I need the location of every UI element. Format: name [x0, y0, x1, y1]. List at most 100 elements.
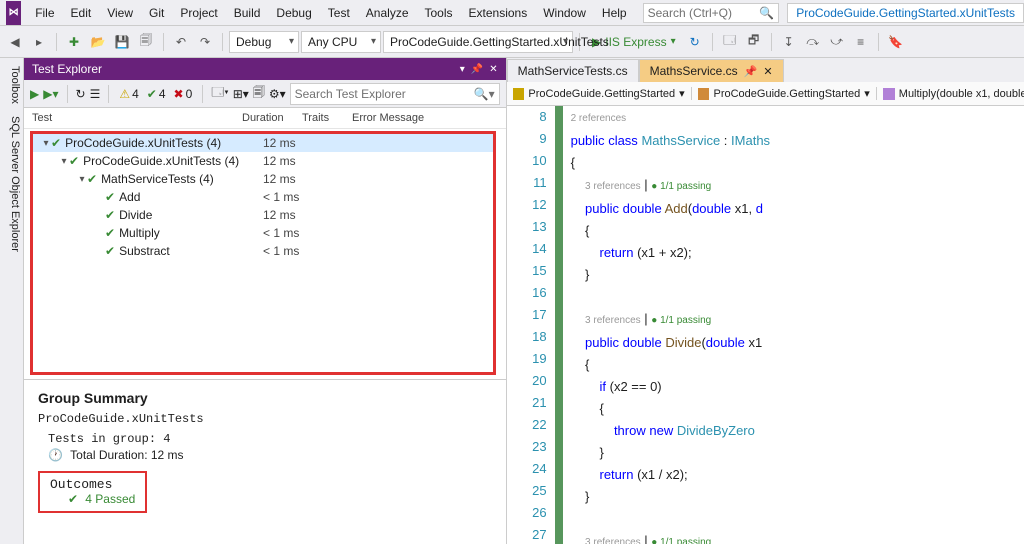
- run-button[interactable]: ▶▾: [43, 87, 58, 101]
- nav-breadcrumb: ProCodeGuide.GettingStarted ▾ ProCodeGui…: [507, 82, 1024, 106]
- change-marker-gutter: [555, 106, 563, 544]
- repeat-button[interactable]: ↻: [76, 87, 86, 101]
- test-explorer-titlebar[interactable]: Test Explorer ▾ 📌 ✕: [24, 58, 506, 80]
- side-tab-toolbox[interactable]: Toolbox: [0, 64, 23, 106]
- test-row[interactable]: ✔Substract< 1 ms: [33, 242, 493, 260]
- code-editor-panel: MathServiceTests.cs MathsService.cs 📌 ✕ …: [507, 58, 1024, 544]
- close-tab-icon[interactable]: ✕: [763, 65, 772, 78]
- summary-tests-count: Tests in group: 4: [48, 432, 492, 446]
- menu-analyze[interactable]: Analyze: [358, 2, 417, 24]
- code-content[interactable]: 2 referencespublic class MathsService : …: [571, 106, 770, 544]
- test-row[interactable]: ▾✔MathServiceTests (4)12 ms: [33, 170, 493, 188]
- quick-launch-input[interactable]: Search (Ctrl+Q) 🔍: [643, 3, 780, 23]
- step-out-icon[interactable]: ⤻: [826, 31, 848, 53]
- settings-button[interactable]: ⚙▾: [269, 87, 286, 101]
- menu-project[interactable]: Project: [172, 2, 225, 24]
- crumb-method[interactable]: Multiply(double x1, double x2) ▾: [877, 87, 1024, 100]
- menu-git[interactable]: Git: [141, 2, 172, 24]
- group-summary: Group Summary ProCodeGuide.xUnitTests Te…: [24, 379, 506, 523]
- pass-count-badge[interactable]: ✔4: [145, 87, 168, 101]
- view-button-1[interactable]: 🗔▾: [211, 83, 228, 104]
- crumb-project[interactable]: ProCodeGuide.GettingStarted ▾: [507, 87, 692, 100]
- step-over-icon[interactable]: ⤼: [802, 31, 824, 53]
- menu-edit[interactable]: Edit: [63, 2, 100, 24]
- menu-help[interactable]: Help: [594, 2, 635, 24]
- summary-heading: Group Summary: [38, 390, 492, 406]
- outcomes-label: Outcomes: [50, 477, 135, 492]
- test-search-placeholder: Search Test Explorer: [295, 87, 474, 101]
- nav-fwd-button[interactable]: ▸: [28, 31, 50, 53]
- nav-back-button[interactable]: ◀: [4, 31, 26, 53]
- run-all-button[interactable]: ▶: [30, 87, 39, 101]
- test-explorer-panel: Test Explorer ▾ 📌 ✕ ▶ ▶▾ ↻ ☰ ⚠4 ✔4 ✖0 🗔▾…: [24, 58, 507, 544]
- open-button[interactable]: 📂: [87, 31, 109, 53]
- side-tab-sql[interactable]: SQL Server Object Explorer: [0, 114, 23, 254]
- warn-count-badge[interactable]: ⚠4: [117, 87, 140, 101]
- file-tab-label: MathsService.cs: [650, 64, 738, 78]
- step-into-icon[interactable]: ↧: [778, 31, 800, 53]
- crumb-namespace[interactable]: ProCodeGuide.GettingStarted ▾: [692, 87, 877, 100]
- test-row[interactable]: ✔Divide12 ms: [33, 206, 493, 224]
- solution-name-label[interactable]: ProCodeGuide.GettingStarted.xUnitTests: [787, 3, 1024, 23]
- line-number-gutter: 8910111213141516171819202122232425262728: [507, 106, 555, 544]
- file-tab-mathservicetests[interactable]: MathServiceTests.cs: [507, 59, 639, 82]
- test-row[interactable]: ✔Add< 1 ms: [33, 188, 493, 206]
- pin-icon[interactable]: 📌: [744, 65, 758, 78]
- title-bar: ⋈ File Edit View Git Project Build Debug…: [0, 0, 1024, 26]
- header-traits[interactable]: Traits: [302, 112, 352, 124]
- toolbar-btn-1[interactable]: 🗔: [719, 31, 741, 53]
- code-area[interactable]: 8910111213141516171819202122232425262728…: [507, 106, 1024, 544]
- toolbar-btn-3[interactable]: ≡: [850, 31, 872, 53]
- save-all-button[interactable]: 🗐: [135, 31, 157, 53]
- menu-view[interactable]: View: [99, 2, 141, 24]
- test-explorer-title: Test Explorer: [32, 62, 454, 76]
- refresh-button[interactable]: ↻: [684, 31, 706, 53]
- quick-launch-placeholder: Search (Ctrl+Q): [648, 6, 760, 20]
- header-test[interactable]: Test: [32, 112, 242, 124]
- test-row[interactable]: ▾✔ProCodeGuide.xUnitTests (4)12 ms: [33, 134, 493, 152]
- file-tab-strip: MathServiceTests.cs MathsService.cs 📌 ✕ …: [507, 58, 1024, 82]
- config-combo[interactable]: Debug: [229, 31, 299, 53]
- bookmark-icon[interactable]: 🔖: [885, 31, 907, 53]
- search-icon: 🔍▾: [474, 87, 495, 101]
- header-duration[interactable]: Duration: [242, 112, 302, 124]
- pin-icon[interactable]: 📌: [471, 64, 483, 75]
- fail-count-badge[interactable]: ✖0: [172, 87, 195, 101]
- summary-group-name: ProCodeGuide.xUnitTests: [38, 412, 492, 426]
- playlist-button[interactable]: ☰: [90, 87, 101, 101]
- menu-file[interactable]: File: [27, 2, 62, 24]
- undo-button[interactable]: ↶: [170, 31, 192, 53]
- test-row[interactable]: ✔Multiply< 1 ms: [33, 224, 493, 242]
- dropdown-icon[interactable]: ▾: [460, 64, 465, 75]
- menu-window[interactable]: Window: [535, 2, 594, 24]
- menu-tools[interactable]: Tools: [417, 2, 461, 24]
- close-icon[interactable]: ✕: [489, 64, 497, 75]
- new-item-button[interactable]: ✚: [63, 31, 85, 53]
- search-icon: 🔍: [759, 6, 774, 20]
- group-by-button[interactable]: ⊞▾: [233, 87, 249, 101]
- save-button[interactable]: 💾: [111, 31, 133, 53]
- redo-button[interactable]: ↷: [194, 31, 216, 53]
- header-error[interactable]: Error Message: [352, 112, 424, 124]
- menu-debug[interactable]: Debug: [268, 2, 319, 24]
- file-tab-label: MathServiceTests.cs: [518, 64, 628, 78]
- main-toolbar: ◀ ▸ ✚ 📂 💾 🗐 ↶ ↷ Debug Any CPU ProCodeGui…: [0, 26, 1024, 58]
- vs-logo-icon: ⋈: [6, 1, 21, 25]
- passed-count: ✔ 4 Passed: [68, 492, 135, 507]
- menu-bar: File Edit View Git Project Build Debug T…: [27, 2, 634, 24]
- test-search-input[interactable]: Search Test Explorer 🔍▾: [290, 83, 500, 105]
- summary-duration: 🕐 Total Duration: 12 ms: [48, 448, 492, 463]
- menu-test[interactable]: Test: [320, 2, 358, 24]
- toolbar-btn-2[interactable]: 🗗: [743, 31, 765, 53]
- test-list-headers: Test Duration Traits Error Message: [24, 108, 506, 129]
- side-dock: Toolbox SQL Server Object Explorer: [0, 58, 24, 544]
- menu-extensions[interactable]: Extensions: [461, 2, 536, 24]
- test-results-highlight: ▾✔ProCodeGuide.xUnitTests (4)12 ms▾✔ProC…: [30, 131, 496, 375]
- menu-build[interactable]: Build: [226, 2, 269, 24]
- test-row[interactable]: ▾✔ProCodeGuide.xUnitTests (4)12 ms: [33, 152, 493, 170]
- startup-combo[interactable]: ProCodeGuide.GettingStarted.xUnitTests: [383, 31, 573, 53]
- file-tab-mathsservice[interactable]: MathsService.cs 📌 ✕: [639, 59, 784, 82]
- start-debug-label: IIS Express: [605, 35, 666, 49]
- platform-combo[interactable]: Any CPU: [301, 31, 381, 53]
- view-button-2[interactable]: 🗐: [253, 83, 265, 104]
